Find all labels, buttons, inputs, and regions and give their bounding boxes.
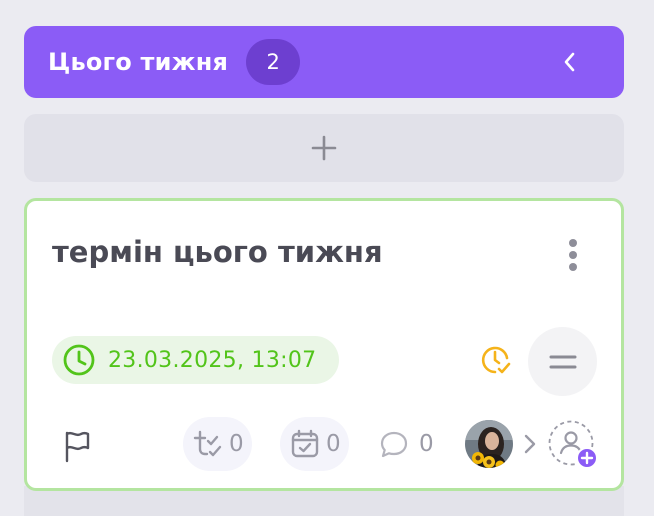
subtasks-counter[interactable]: 0 xyxy=(183,417,252,471)
comments-counter[interactable]: 0 xyxy=(379,429,434,459)
due-date-chip[interactable]: 23.03.2025, 13:07 xyxy=(52,336,339,384)
add-task-button[interactable] xyxy=(24,114,624,182)
add-assignee-button[interactable] xyxy=(548,420,598,470)
checklist-count: 0 xyxy=(326,431,341,457)
task-title: термін цього тижня xyxy=(52,235,383,269)
calendar-check-icon xyxy=(291,429,319,458)
chevron-left-icon xyxy=(564,52,575,72)
assignee-avatar[interactable] xyxy=(465,420,513,468)
clock-check-icon[interactable] xyxy=(480,344,512,376)
comment-icon xyxy=(380,431,408,458)
column-title: Цього тижня xyxy=(48,48,229,76)
more-vertical-icon xyxy=(569,239,577,271)
plus-icon xyxy=(311,135,337,161)
flag-icon[interactable] xyxy=(61,429,93,463)
comments-count: 0 xyxy=(419,431,434,457)
add-user-icon xyxy=(548,420,598,469)
checklist-counter[interactable]: 0 xyxy=(280,417,349,471)
subtasks-count: 0 xyxy=(229,431,244,457)
clock-icon xyxy=(63,344,95,376)
more-options-button[interactable] xyxy=(558,235,588,275)
column-header: Цього тижня 2 xyxy=(24,26,624,98)
collapse-column-button[interactable] xyxy=(556,48,584,76)
task-card[interactable]: термін цього тижня 23.03.2025, 13:07 0 0… xyxy=(24,198,624,491)
priority-button[interactable] xyxy=(528,327,597,396)
task-count-badge: 2 xyxy=(246,39,301,85)
chevron-right-icon[interactable] xyxy=(521,432,539,456)
subtasks-icon xyxy=(193,430,222,457)
equals-icon xyxy=(549,355,576,368)
due-date-text: 23.03.2025, 13:07 xyxy=(108,347,317,373)
